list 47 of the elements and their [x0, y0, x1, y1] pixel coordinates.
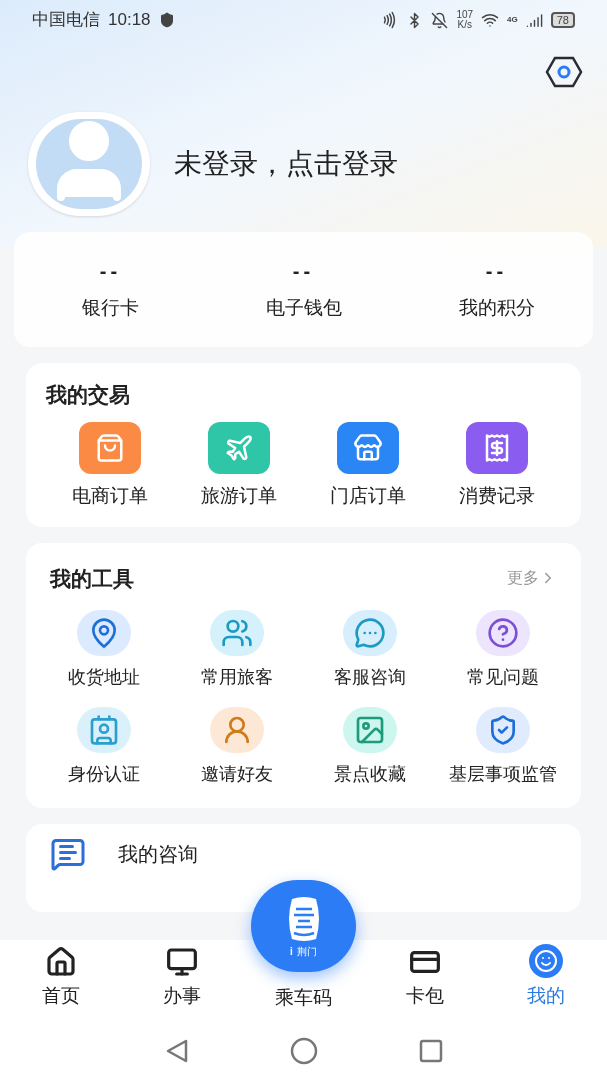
tool-shortcut[interactable]: 邀请好友 [170, 707, 304, 788]
recents-icon[interactable] [417, 1038, 444, 1064]
tab-item[interactable]: 乘车码 [275, 986, 332, 1010]
stat-value: -- [485, 259, 508, 284]
tab-item[interactable]: 我的 [485, 940, 607, 1022]
network-speed: 107 [456, 10, 474, 20]
clock-time: 10:18 [108, 9, 151, 32]
ride-code-button[interactable]: i 荆门 [251, 880, 356, 972]
home-circle-icon[interactable] [289, 1037, 318, 1065]
tool-shortcut[interactable]: 常用旅客 [170, 610, 304, 691]
login-prompt[interactable]: 未登录，点击登录 [174, 143, 398, 185]
shield-icon [158, 12, 175, 28]
tab-item[interactable]: 首页 [0, 940, 122, 1022]
order-shortcut[interactable]: 门店订单 [303, 422, 433, 511]
section-title: 我的工具 [50, 565, 134, 592]
speed-unit: K/s [457, 20, 472, 30]
tool-shortcut[interactable]: 客服咨询 [303, 610, 437, 691]
section-title: 我的交易 [46, 381, 131, 408]
signal-icon [525, 11, 543, 29]
monitor-icon [166, 945, 199, 978]
smile-icon [529, 943, 564, 978]
tool-shortcut[interactable]: 常见问题 [436, 610, 569, 691]
bell-off-icon [431, 11, 449, 29]
tool-shortcut[interactable]: 景点收藏 [303, 707, 437, 788]
stat-label[interactable]: 银行卡 [82, 294, 139, 323]
tab-item[interactable]: 卡包 [364, 940, 486, 1022]
tab-item[interactable]: 办事 [121, 940, 243, 1022]
stat-value: -- [292, 259, 315, 284]
consult-icon [50, 836, 86, 872]
stat-value: -- [99, 259, 122, 284]
home-icon [44, 945, 77, 978]
city-name: 荆门 [296, 947, 317, 957]
consult-title[interactable]: 我的咨询 [118, 839, 198, 869]
order-shortcut[interactable]: 消费记录 [432, 422, 561, 511]
info-label: i [290, 947, 293, 957]
tool-shortcut[interactable]: 身份认证 [38, 707, 171, 788]
tool-shortcut[interactable]: 基层事项监管 [436, 707, 569, 788]
stat-label[interactable]: 我的积分 [458, 294, 535, 323]
tool-shortcut[interactable]: 收货地址 [38, 610, 171, 691]
battery-level: 78 [550, 12, 575, 28]
order-shortcut[interactable]: 电商订单 [46, 422, 175, 511]
network-type: 4G [507, 14, 518, 26]
order-shortcut[interactable]: 旅游订单 [174, 422, 304, 511]
settings-icon[interactable] [545, 56, 583, 88]
carrier-name: 中国电信 [32, 9, 100, 32]
stat-label[interactable]: 电子钱包 [265, 294, 342, 323]
wifi-icon [481, 11, 500, 29]
